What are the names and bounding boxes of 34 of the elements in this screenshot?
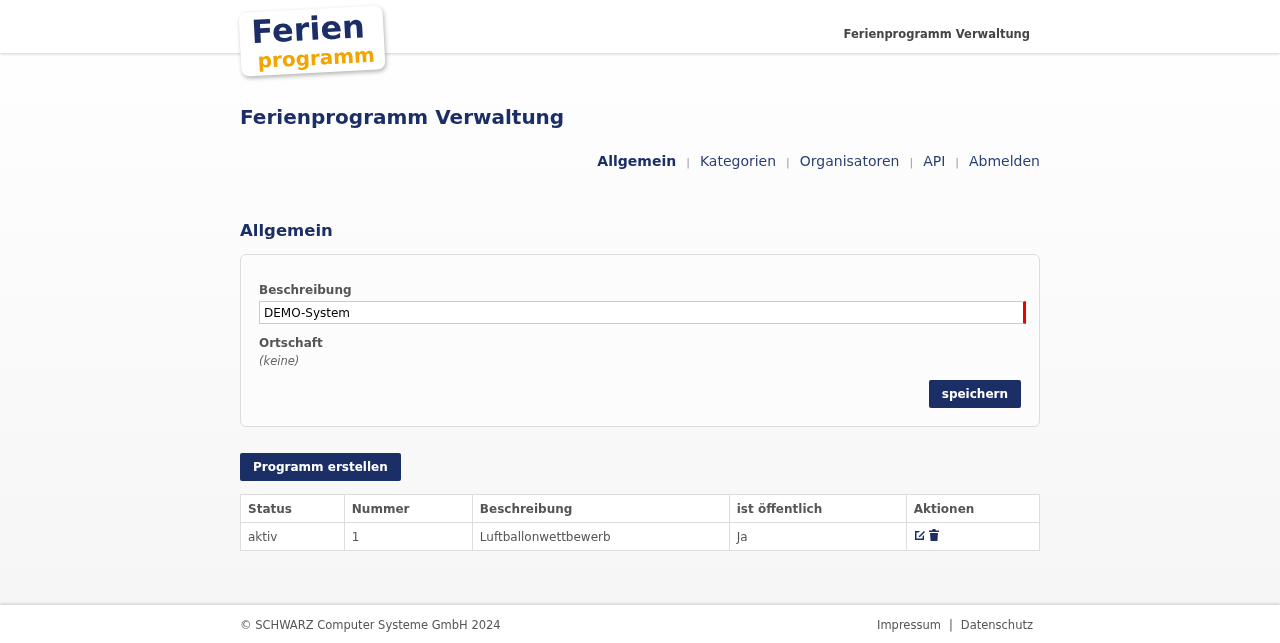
table-cell: Luftballonwettbewerb xyxy=(472,522,730,551)
page-title: Ferienprogramm Verwaltung xyxy=(240,105,566,129)
nav-link[interactable]: Organisatoren xyxy=(799,153,900,169)
nav-separator: | xyxy=(686,156,690,169)
column-header: Aktionen xyxy=(906,494,1040,523)
trash-icon[interactable] xyxy=(928,529,939,541)
field-value: (keine) xyxy=(259,354,301,368)
nav-separator: | xyxy=(955,156,959,169)
table-cell: aktiv xyxy=(240,522,345,551)
save-button[interactable]: speichern xyxy=(928,380,1021,408)
column-header: Status xyxy=(240,494,345,523)
nav-separator: | xyxy=(909,156,914,169)
field-label: Ortschaft xyxy=(259,336,324,350)
footer-separator: | xyxy=(948,618,953,632)
header-title: Ferienprogramm Verwaltung xyxy=(843,27,1030,41)
copyright-text: © SCHWARZ Computer Systeme GmbH 2024 xyxy=(240,618,501,632)
column-header: ist öffentlich xyxy=(729,494,907,523)
edit-icon[interactable] xyxy=(913,529,926,541)
nav-separator: | xyxy=(786,156,790,169)
footer-link[interactable]: Datenschutz xyxy=(960,618,1033,632)
column-header: Beschreibung xyxy=(472,494,730,523)
create-program-button[interactable]: Programm erstellen xyxy=(240,453,401,481)
nav-link[interactable]: Abmelden xyxy=(969,153,1040,169)
input-field[interactable]: DEMO-System xyxy=(259,301,1026,324)
nav-link[interactable]: Kategorien xyxy=(699,153,777,169)
section-title: Allgemein xyxy=(240,221,334,240)
logo[interactable]: Ferien programm xyxy=(238,5,386,77)
nav-link[interactable]: Allgemein xyxy=(597,153,677,169)
table-cell: Ja xyxy=(729,522,907,551)
nav-link[interactable]: API xyxy=(923,153,946,169)
field-label: Beschreibung xyxy=(259,283,353,297)
table-cell: 1 xyxy=(344,522,473,551)
column-header: Nummer xyxy=(344,494,473,523)
footer-link[interactable]: Impressum xyxy=(877,618,941,632)
